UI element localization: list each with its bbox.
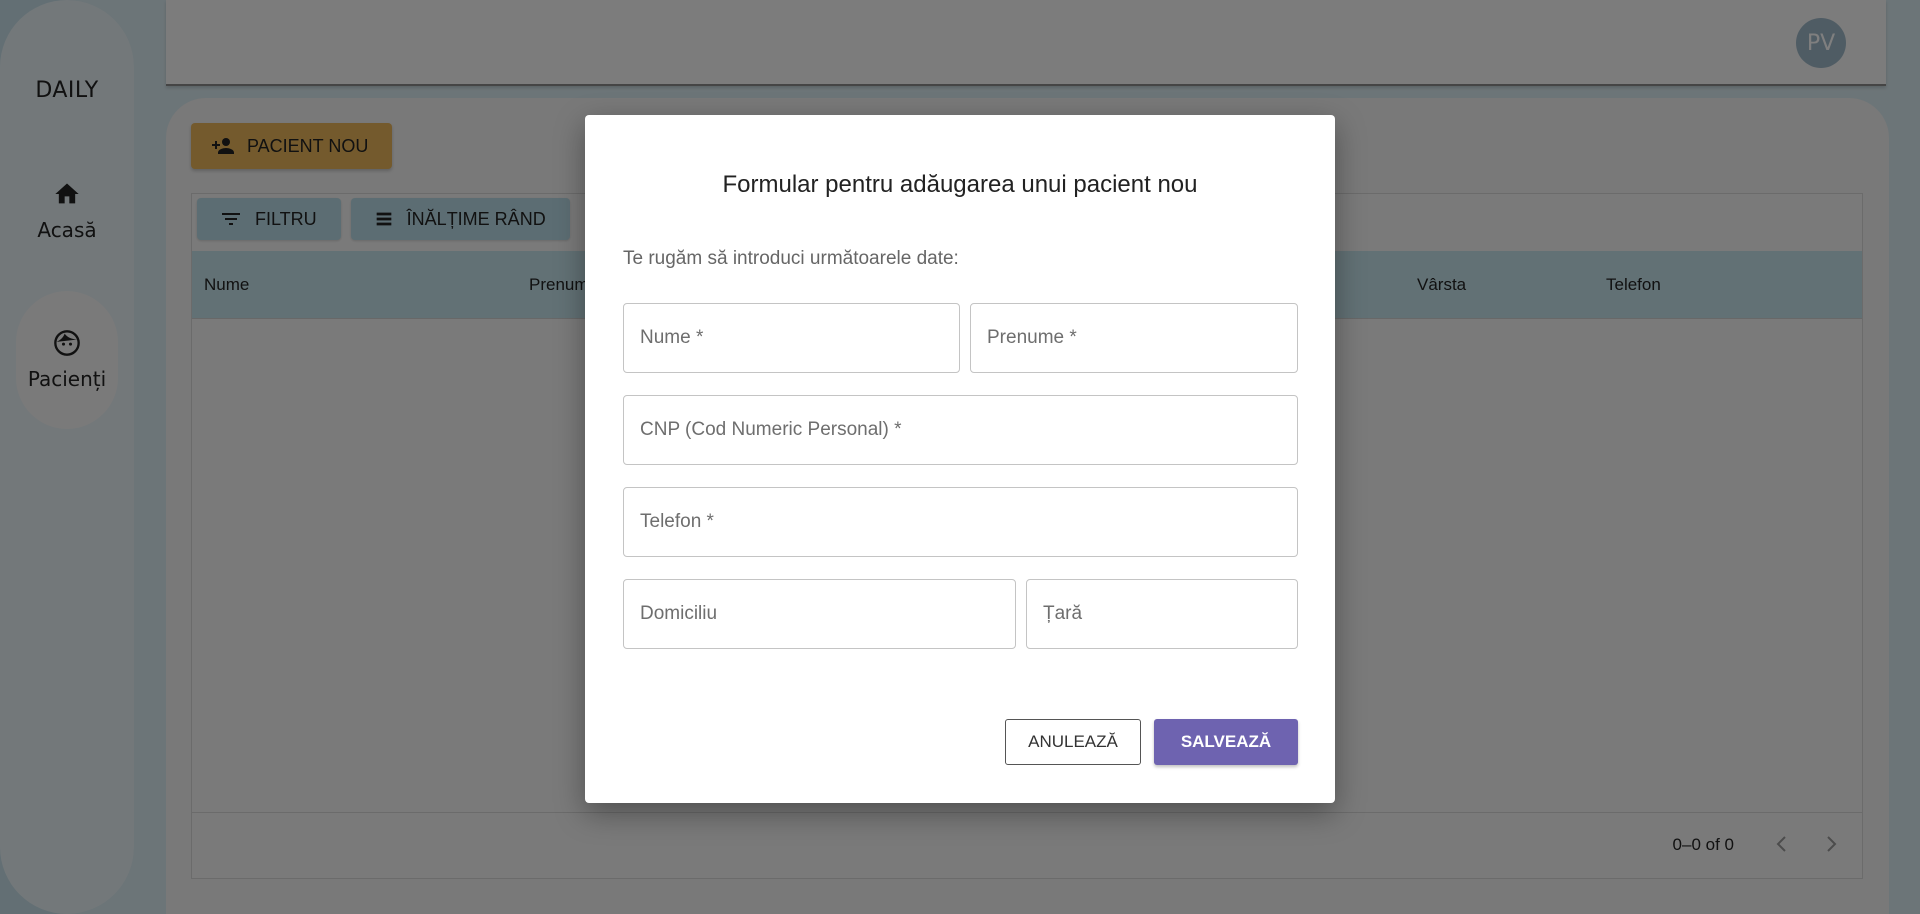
nume-field [623, 303, 960, 373]
dialog-subtitle: Te rugăm să introduci următoarele date: [623, 248, 959, 269]
cnp-field [623, 395, 1298, 465]
cnp-input[interactable] [624, 396, 1297, 464]
tara-input[interactable] [1027, 580, 1297, 648]
nume-input[interactable] [624, 304, 959, 372]
dialog-title: Formular pentru adăugarea unui pacient n… [722, 171, 1198, 198]
domiciliu-field [623, 579, 1016, 649]
domiciliu-input[interactable] [624, 580, 1015, 648]
telefon-input[interactable] [624, 488, 1297, 556]
telefon-field [623, 487, 1298, 557]
save-button[interactable]: SALVEAZĂ [1154, 719, 1298, 765]
add-patient-dialog: Formular pentru adăugarea unui pacient n… [585, 115, 1335, 803]
prenume-input[interactable] [971, 304, 1297, 372]
tara-field [1026, 579, 1298, 649]
prenume-field [970, 303, 1298, 373]
cancel-button[interactable]: ANULEAZĂ [1005, 719, 1141, 765]
